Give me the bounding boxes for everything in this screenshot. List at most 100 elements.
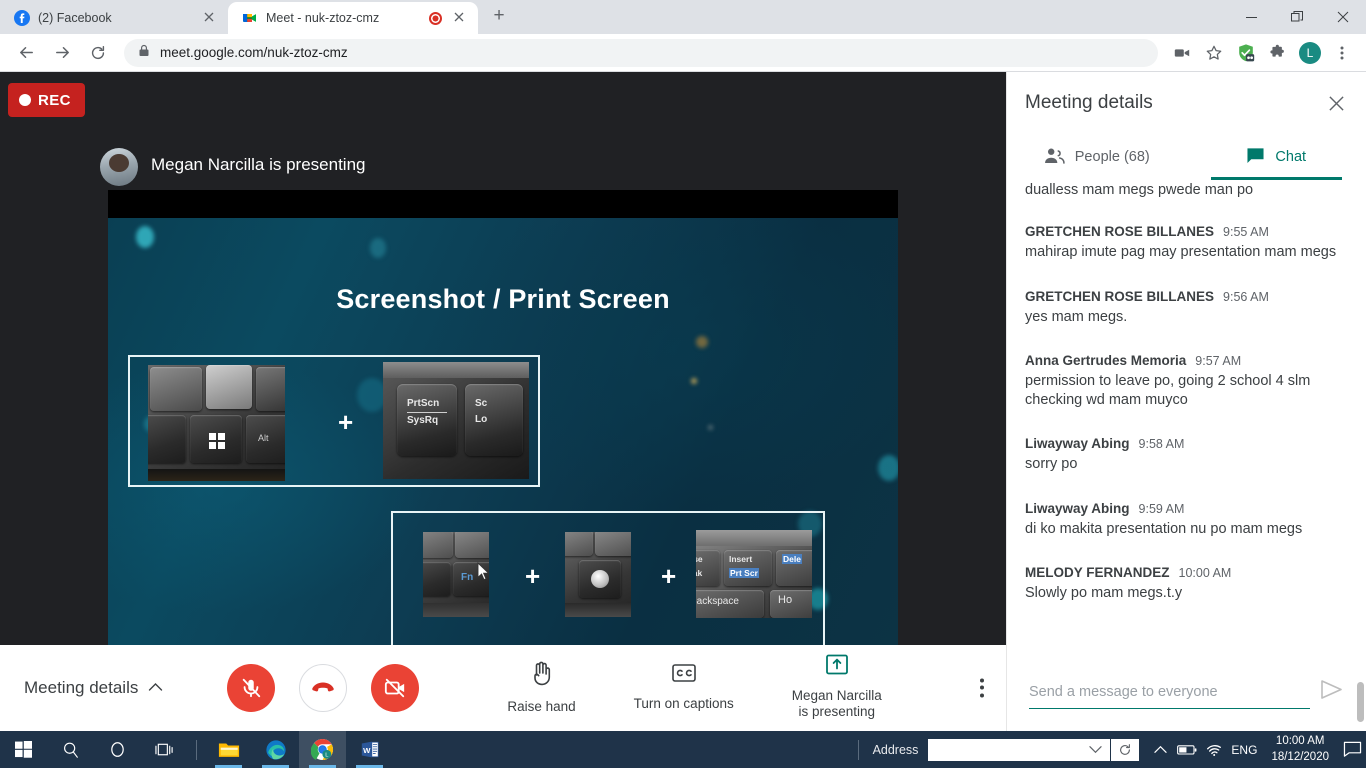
- clock-time: 10:00 AM: [1275, 734, 1325, 747]
- cortana-circle-icon[interactable]: [94, 731, 141, 768]
- panel-header: Meeting details: [1007, 72, 1366, 134]
- address-toolbar-refresh-icon[interactable]: [1111, 738, 1140, 761]
- forward-button[interactable]: [47, 38, 77, 68]
- presenting-status-button[interactable]: Megan Narcilla is presenting: [792, 654, 882, 722]
- window-controls: [1228, 0, 1366, 34]
- close-icon[interactable]: [1320, 87, 1352, 119]
- meeting-details-panel: Meeting details People (68) Chat dualles…: [1006, 72, 1366, 731]
- taskbar-clock[interactable]: 10:00 AM 18/12/2020: [1261, 734, 1339, 765]
- presented-slide[interactable]: Screenshot / Print Screen Alt + PrtScn S…: [108, 190, 898, 680]
- more-options-icon[interactable]: [980, 678, 984, 697]
- leave-call-button[interactable]: [299, 663, 348, 712]
- microsoft-word-icon[interactable]: W: [346, 731, 393, 768]
- message-text: mahirap imute pag may presentation mam m…: [1025, 244, 1337, 261]
- reload-button[interactable]: [83, 38, 113, 68]
- message-text: di ko makita presentation nu po mam megs: [1025, 520, 1303, 537]
- close-icon[interactable]: [200, 9, 218, 27]
- new-tab-button[interactable]: +: [484, 2, 514, 32]
- microphone-mute-button[interactable]: [227, 663, 276, 712]
- browser-tab-meet[interactable]: Meet - nuk-ztoz-cmz: [228, 2, 478, 34]
- back-button[interactable]: [11, 38, 41, 68]
- chevron-up-icon: [148, 679, 163, 696]
- chat-message-list[interactable]: Liwayway Abing 9:54 AM dualless mam megs…: [1007, 180, 1366, 653]
- turn-on-captions-button[interactable]: Turn on captions: [634, 662, 734, 713]
- windows-key-photo-2: [565, 532, 631, 617]
- message-author: Liwayway Abing: [1025, 436, 1130, 452]
- camera-off-button[interactable]: [371, 663, 420, 712]
- media-cast-icon[interactable]: [1168, 39, 1196, 67]
- extensions-puzzle-icon[interactable]: [1264, 39, 1292, 67]
- prtscr-key-photo: use eak Insert Prt Scr Dele Backspace Ho: [696, 530, 812, 618]
- presenter-status-text: Megan Narcilla is presenting: [151, 155, 366, 174]
- clock-date: 18/12/2020: [1271, 750, 1329, 763]
- browser-toolbar: meet.google.com/nuk-ztoz-cmz L: [0, 34, 1366, 72]
- lock-icon: [138, 44, 150, 62]
- wifi-icon[interactable]: [1201, 731, 1227, 768]
- chat-message: Liwayway Abing 9:59 AM di ko makita pres…: [1025, 501, 1348, 539]
- file-explorer-icon[interactable]: [205, 731, 252, 768]
- notification-icon[interactable]: [1339, 731, 1366, 768]
- minimize-button[interactable]: [1228, 0, 1274, 34]
- meet-stage: REC Megan Narcilla is presenting Screens…: [0, 72, 1006, 680]
- message-time: 9:55 AM: [1223, 225, 1269, 240]
- fn-key-photo: Fn: [423, 532, 489, 617]
- browser-tab-strip: (2) Facebook Meet - nuk-ztoz-cmz +: [0, 0, 1366, 34]
- close-icon[interactable]: [450, 9, 468, 27]
- keyboard-closeup: Alt: [148, 365, 285, 481]
- present-screen-icon: [825, 654, 849, 681]
- chat-message: GRETCHEN ROSE BILLANES 9:55 AM mahirap i…: [1025, 224, 1348, 262]
- taskbar-divider: [196, 739, 197, 760]
- recording-badge-label: REC: [38, 91, 71, 109]
- chevron-down-icon[interactable]: [1089, 741, 1103, 759]
- chat-message-input[interactable]: [1029, 675, 1310, 709]
- plus-separator: +: [525, 561, 541, 591]
- microsoft-edge-icon[interactable]: [252, 731, 299, 768]
- chat-message-clipped: Liwayway Abing 9:54 AM dualless mam megs…: [1025, 180, 1348, 200]
- input-language-indicator[interactable]: ENG: [1227, 731, 1261, 768]
- shield-extension-icon[interactable]: [1232, 39, 1260, 67]
- call-buttons: [227, 663, 420, 712]
- tab-chat[interactable]: Chat: [1187, 134, 1366, 180]
- profile-avatar[interactable]: L: [1296, 39, 1324, 67]
- plus-separator: +: [338, 407, 354, 437]
- presenter-avatar: [100, 148, 138, 186]
- message-author: Anna Gertrudes Memoria: [1025, 352, 1187, 368]
- three-dot-menu-icon[interactable]: [1328, 39, 1356, 67]
- message-text: yes mam megs.: [1025, 308, 1128, 325]
- tab-recording-indicator-icon[interactable]: [429, 11, 442, 25]
- send-icon[interactable]: [1320, 679, 1344, 705]
- task-view-icon[interactable]: [141, 731, 188, 768]
- google-chrome-icon[interactable]: L: [299, 731, 346, 768]
- message-time: 9:57 AM: [1195, 353, 1242, 368]
- address-bar[interactable]: meet.google.com/nuk-ztoz-cmz: [124, 38, 1158, 67]
- battery-icon[interactable]: [1173, 731, 1201, 768]
- avatar-initial: L: [1299, 41, 1321, 64]
- system-tray: ENG 10:00 AM 18/12/2020: [1147, 731, 1366, 768]
- tray-overflow-chevron-icon[interactable]: [1147, 731, 1173, 768]
- tab-title: Meet - nuk-ztoz-cmz: [266, 11, 380, 25]
- google-meet-icon: [242, 10, 258, 26]
- search-icon[interactable]: [47, 731, 94, 768]
- meeting-details-toggle[interactable]: Meeting details: [24, 678, 163, 698]
- raise-hand-icon: [528, 659, 556, 692]
- slide-key-group-two: Fn + + e k Insert Prt Scr Dele ackspace …: [391, 511, 825, 652]
- address-toolbar-input[interactable]: [928, 738, 1111, 761]
- tab-chat-label: Chat: [1275, 149, 1307, 165]
- browser-tab-facebook[interactable]: (2) Facebook: [0, 2, 228, 34]
- bookmark-star-icon[interactable]: [1200, 39, 1228, 67]
- message-text: Slowly po mam megs.t.y: [1025, 584, 1183, 601]
- message-author: GRETCHEN ROSE BILLANES: [1025, 224, 1215, 240]
- chat-message: Liwayway Abing 9:58 AM sorry po: [1025, 436, 1348, 474]
- printscreen-key-photo: PrtScn SysRq Sc Lo: [383, 362, 529, 479]
- chat-message: MELODY FERNANDEZ 10:00 AM Slowly po mam …: [1025, 565, 1348, 603]
- screen-root: (2) Facebook Meet - nuk-ztoz-cmz + meet.…: [0, 0, 1366, 768]
- tab-people[interactable]: People (68): [1007, 134, 1187, 180]
- windows-start-icon[interactable]: [0, 731, 47, 768]
- raise-hand-button[interactable]: Raise hand: [507, 659, 576, 716]
- maximize-restore-button[interactable]: [1274, 0, 1320, 34]
- closed-captions-icon: [671, 662, 697, 689]
- message-author: MELODY FERNANDEZ: [1025, 564, 1170, 580]
- close-window-button[interactable]: [1320, 0, 1366, 34]
- message-time: 10:00 AM: [1178, 565, 1232, 580]
- message-text: dualless mam megs pwede man po: [1025, 182, 1254, 198]
